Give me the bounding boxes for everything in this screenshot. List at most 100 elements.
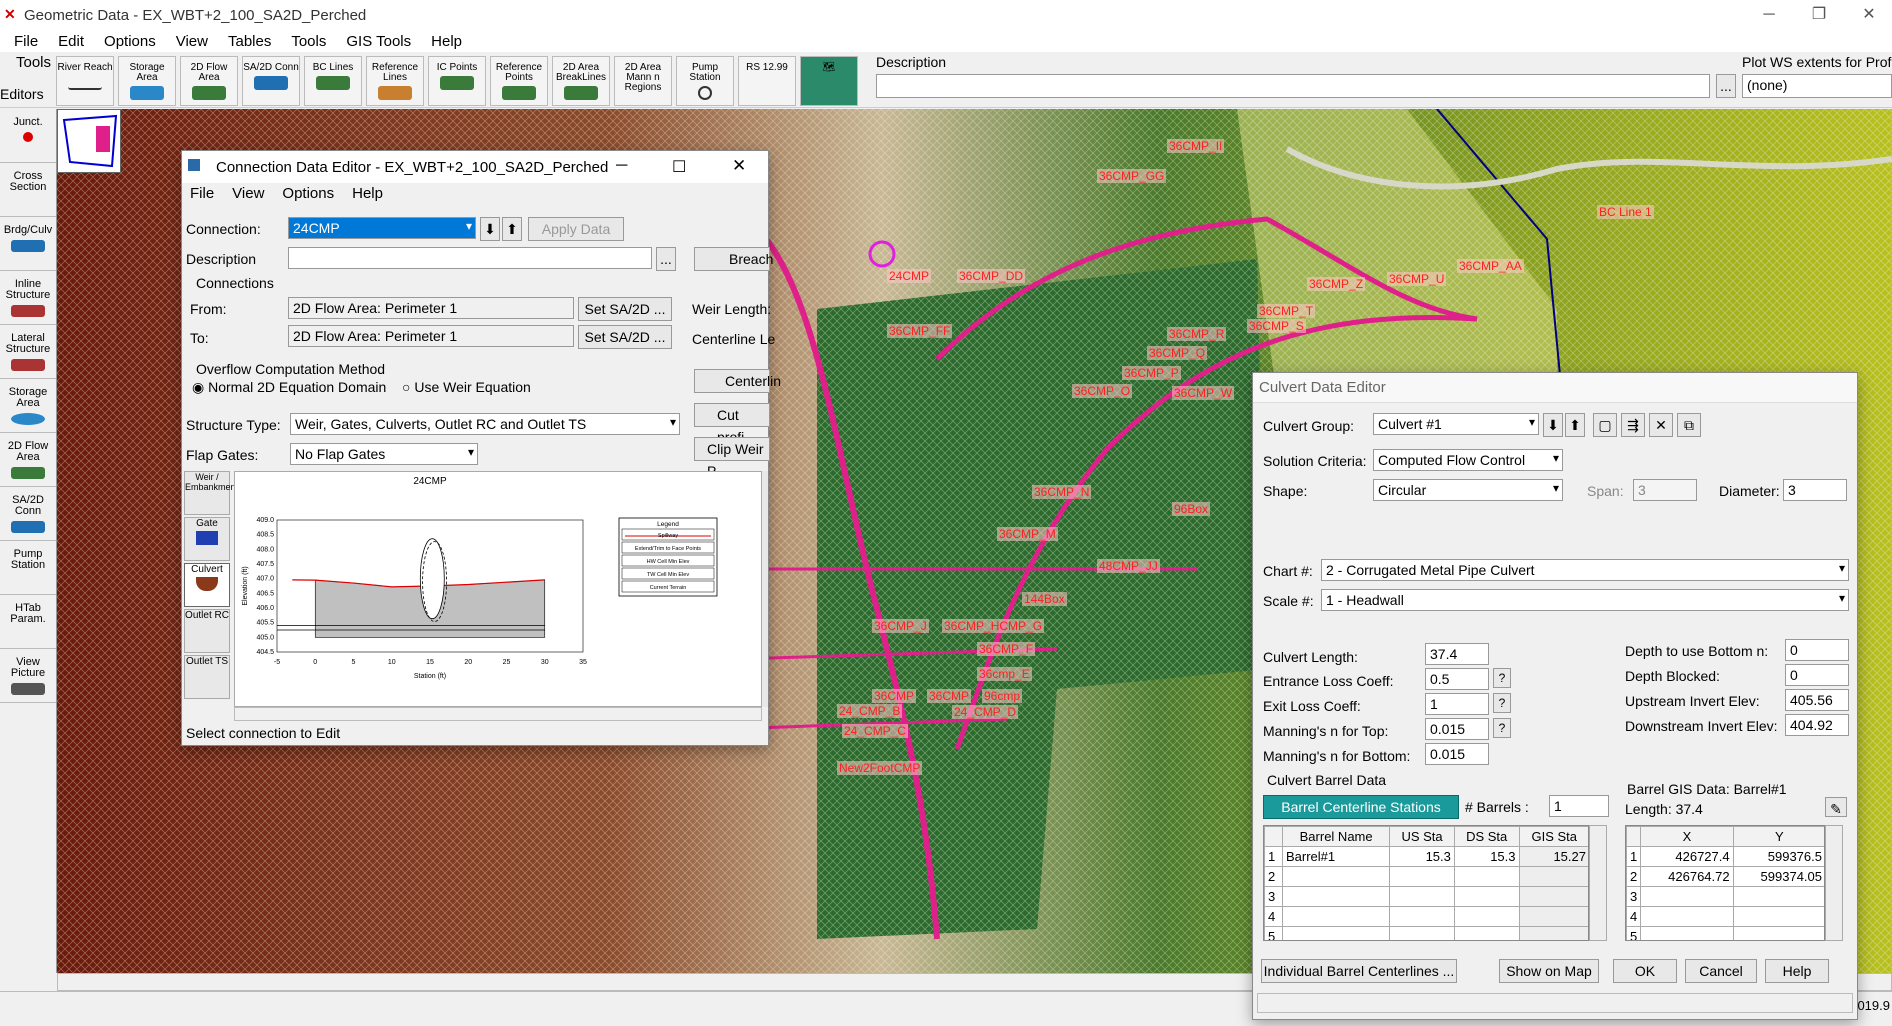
menu-view[interactable]: View	[176, 33, 208, 50]
cell[interactable]	[1281, 886, 1391, 907]
depth-bottom-field[interactable]: 0	[1785, 639, 1849, 661]
cancel-button[interactable]: Cancel	[1685, 959, 1757, 983]
sa2d-conn-button[interactable]: SA/2D Conn	[242, 56, 300, 106]
storage-area-tool[interactable]: Storage Area	[0, 379, 56, 433]
cell[interactable]	[1453, 886, 1520, 907]
cell[interactable]	[1453, 906, 1520, 927]
menu-options[interactable]: Options	[104, 33, 156, 50]
bridge-culvert-tool[interactable]: Brdg/Culv	[0, 217, 56, 271]
reference-points-button[interactable]: Reference Points	[490, 56, 548, 106]
conn-description-field[interactable]	[288, 247, 652, 269]
cell[interactable]: 426727.4	[1640, 846, 1734, 867]
opt-normal-2d-radio[interactable]: ◉ Normal 2D Equation Domain	[192, 379, 386, 396]
manning-bottom-field[interactable]: 0.015	[1425, 743, 1489, 765]
cell[interactable]	[1281, 906, 1391, 927]
culvert-group-down[interactable]: ⬇	[1543, 413, 1563, 437]
manning-top-field[interactable]: 0.015	[1425, 718, 1489, 740]
2d-flow-area-tool[interactable]: 2D Flow Area	[0, 433, 56, 487]
maximize-button[interactable]: ❐	[1796, 0, 1842, 30]
cell[interactable]	[1732, 926, 1824, 940]
apply-data-button[interactable]: Apply Data	[528, 217, 624, 241]
overview-map[interactable]	[57, 109, 121, 173]
entrance-loss-field[interactable]: 0.5	[1425, 668, 1489, 690]
river-reach-button[interactable]: River Reach	[56, 56, 114, 106]
help-button[interactable]: Help	[1765, 959, 1829, 983]
junction-tool[interactable]: Junct.	[0, 109, 56, 163]
description-field[interactable]	[876, 74, 1710, 98]
bc-lines-button[interactable]: BC Lines	[304, 56, 362, 106]
minimize-button[interactable]: ─	[1746, 0, 1792, 30]
opt-weir-radio[interactable]: ○ Use Weir Equation	[402, 379, 531, 395]
cell[interactable]	[1453, 866, 1520, 887]
culvert-group-select[interactable]: Culvert #1	[1373, 413, 1539, 435]
ic-points-button[interactable]: IC Points	[428, 56, 486, 106]
gis-edit-icon[interactable]: ✎	[1825, 797, 1847, 817]
downstream-invert-field[interactable]: 404.92	[1785, 714, 1849, 736]
description-ellipsis-button[interactable]: ...	[1716, 74, 1736, 98]
menu-tools[interactable]: Tools	[291, 33, 326, 50]
chart-number-select[interactable]: 2 - Corrugated Metal Pipe Culvert	[1321, 559, 1849, 581]
span-field[interactable]: 3	[1633, 479, 1697, 501]
connection-down-button[interactable]: ⬇	[480, 217, 500, 241]
shape-select[interactable]: Circular	[1373, 479, 1563, 501]
rename-culvert-icon[interactable]: ⧉	[1677, 413, 1701, 437]
entrance-help-icon[interactable]: ?	[1493, 668, 1511, 688]
conn-menu-help[interactable]: Help	[352, 185, 383, 207]
cell[interactable]	[1281, 926, 1391, 940]
cell[interactable]	[1389, 926, 1455, 940]
cell[interactable]: 15.3	[1453, 846, 1520, 867]
barrel-centerline-stations-tab[interactable]: Barrel Centerline Stations	[1263, 795, 1459, 819]
ok-button[interactable]: OK	[1613, 959, 1677, 983]
gis-table-scrollbar[interactable]	[1825, 825, 1843, 941]
menu-tables[interactable]: Tables	[228, 33, 271, 50]
solution-criteria-select[interactable]: Computed Flow Control	[1373, 449, 1563, 471]
scale-number-select[interactable]: 1 - Headwall	[1321, 589, 1849, 611]
weir-tab[interactable]: Weir / Embankment	[184, 471, 238, 515]
conn-description-ellipsis[interactable]: ...	[656, 247, 676, 271]
set-to-button[interactable]: Set SA/2D ...	[578, 325, 672, 349]
upstream-invert-field[interactable]: 405.56	[1785, 689, 1849, 711]
connection-select[interactable]: 24CMP	[288, 217, 476, 239]
sa2d-conn-tool[interactable]: SA/2D Conn	[0, 487, 56, 541]
htab-param-tool[interactable]: HTab Param.	[0, 595, 56, 649]
chart-vscrollbar[interactable]	[762, 471, 768, 707]
cell[interactable]	[1732, 906, 1824, 927]
show-on-map-button[interactable]: Show on Map	[1499, 959, 1599, 983]
connection-up-button[interactable]: ⬆	[502, 217, 522, 241]
new-culvert-icon[interactable]: ▢	[1593, 413, 1617, 437]
pump-station-tool[interactable]: Pump Station	[0, 541, 56, 595]
diameter-field[interactable]: 3	[1783, 479, 1847, 501]
conn-maximize-button[interactable]: ☐	[672, 157, 686, 177]
cell[interactable]	[1640, 886, 1734, 907]
barrel-table-scrollbar[interactable]	[1589, 825, 1607, 941]
map-layers-button[interactable]: 🗺	[800, 56, 858, 106]
num-barrels-field[interactable]: 1	[1549, 795, 1609, 817]
structure-type-select[interactable]: Weir, Gates, Culverts, Outlet RC and Out…	[290, 413, 680, 435]
cell[interactable]: Barrel#1	[1281, 846, 1391, 867]
menu-help[interactable]: Help	[431, 33, 462, 50]
cell[interactable]: 15.3	[1389, 846, 1455, 867]
cell[interactable]	[1640, 906, 1734, 927]
inline-structure-tool[interactable]: Inline Structure	[0, 271, 56, 325]
copy-culvert-icon[interactable]: ⇶	[1621, 413, 1645, 437]
menu-gis-tools[interactable]: GIS Tools	[346, 33, 411, 50]
conn-minimize-button[interactable]: ─	[616, 157, 627, 175]
chart-hscrollbar[interactable]	[234, 707, 762, 721]
cell[interactable]: 599376.5	[1732, 846, 1824, 867]
storage-area-button[interactable]: Storage Area	[118, 56, 176, 106]
exit-help-icon[interactable]: ?	[1493, 693, 1511, 713]
cell[interactable]	[1389, 886, 1455, 907]
set-from-button[interactable]: Set SA/2D ...	[578, 297, 672, 321]
cell[interactable]	[1453, 926, 1520, 940]
depth-blocked-field[interactable]: 0	[1785, 664, 1849, 686]
conn-close-button[interactable]: ✕	[732, 156, 746, 176]
culvert-group-up[interactable]: ⬆	[1565, 413, 1585, 437]
pump-station-button[interactable]: Pump Station	[676, 56, 734, 106]
clip-weir-button[interactable]: Clip Weir P	[694, 437, 770, 479]
flap-gates-select[interactable]: No Flap Gates	[290, 443, 478, 465]
cell[interactable]	[1389, 906, 1455, 927]
culvert-length-field[interactable]: 37.4	[1425, 643, 1489, 665]
conn-menu-options[interactable]: Options	[282, 185, 334, 207]
outlet-rc-tab[interactable]: Outlet RC	[184, 609, 230, 653]
manning-help-icon[interactable]: ?	[1493, 718, 1511, 738]
